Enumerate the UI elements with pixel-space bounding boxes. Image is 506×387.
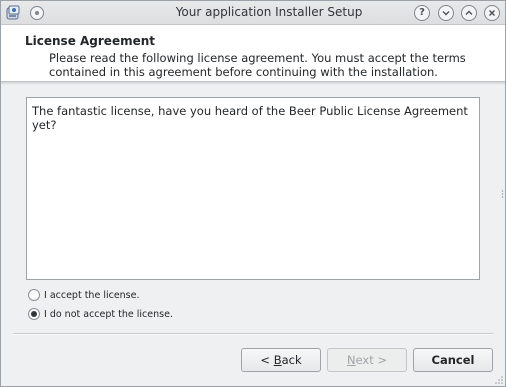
minimize-icon[interactable] [438,5,454,21]
close-icon[interactable] [484,5,500,21]
license-text: The fantastic license, have you heard of… [32,104,468,132]
window-title: Your application Installer Setup [175,5,363,19]
back-prefix: < [260,353,274,367]
decline-license-label[interactable]: I do not accept the license. [44,308,173,322]
page-header: License Agreement Please read the follow… [1,25,505,82]
header-divider [1,82,505,85]
page-description: Please read the following license agreem… [49,51,466,79]
x-icon [489,10,495,16]
installer-app-icon[interactable] [6,5,21,20]
maximize-icon[interactable] [461,5,477,21]
chevron-down-icon [442,11,450,16]
installer-window: Your application Installer Setup ? Licen… [0,0,506,387]
next-button[interactable]: Next > [327,348,407,372]
resize-grip-icon[interactable] [494,375,504,385]
cancel-button[interactable]: Cancel [413,348,493,372]
back-button[interactable]: < Back [241,348,321,372]
pin-icon[interactable] [30,6,44,20]
side-resize-grip-icon[interactable] [501,189,504,199]
chevron-up-icon [465,10,473,15]
button-divider [13,333,493,335]
license-text-area[interactable]: The fantastic license, have you heard of… [26,97,480,280]
accept-license-label[interactable]: I accept the license. [44,289,140,303]
accept-license-radio[interactable] [28,289,40,301]
back-mnemonic: B [273,353,282,367]
help-icon[interactable]: ? [414,5,430,21]
next-mnemonic: N [346,353,356,367]
back-rest: ack [281,353,302,367]
next-rest: ext > [355,353,388,367]
title-bar[interactable]: Your application Installer Setup ? [1,1,505,25]
page-title: License Agreement [25,34,156,48]
decline-license-radio[interactable] [28,308,40,320]
